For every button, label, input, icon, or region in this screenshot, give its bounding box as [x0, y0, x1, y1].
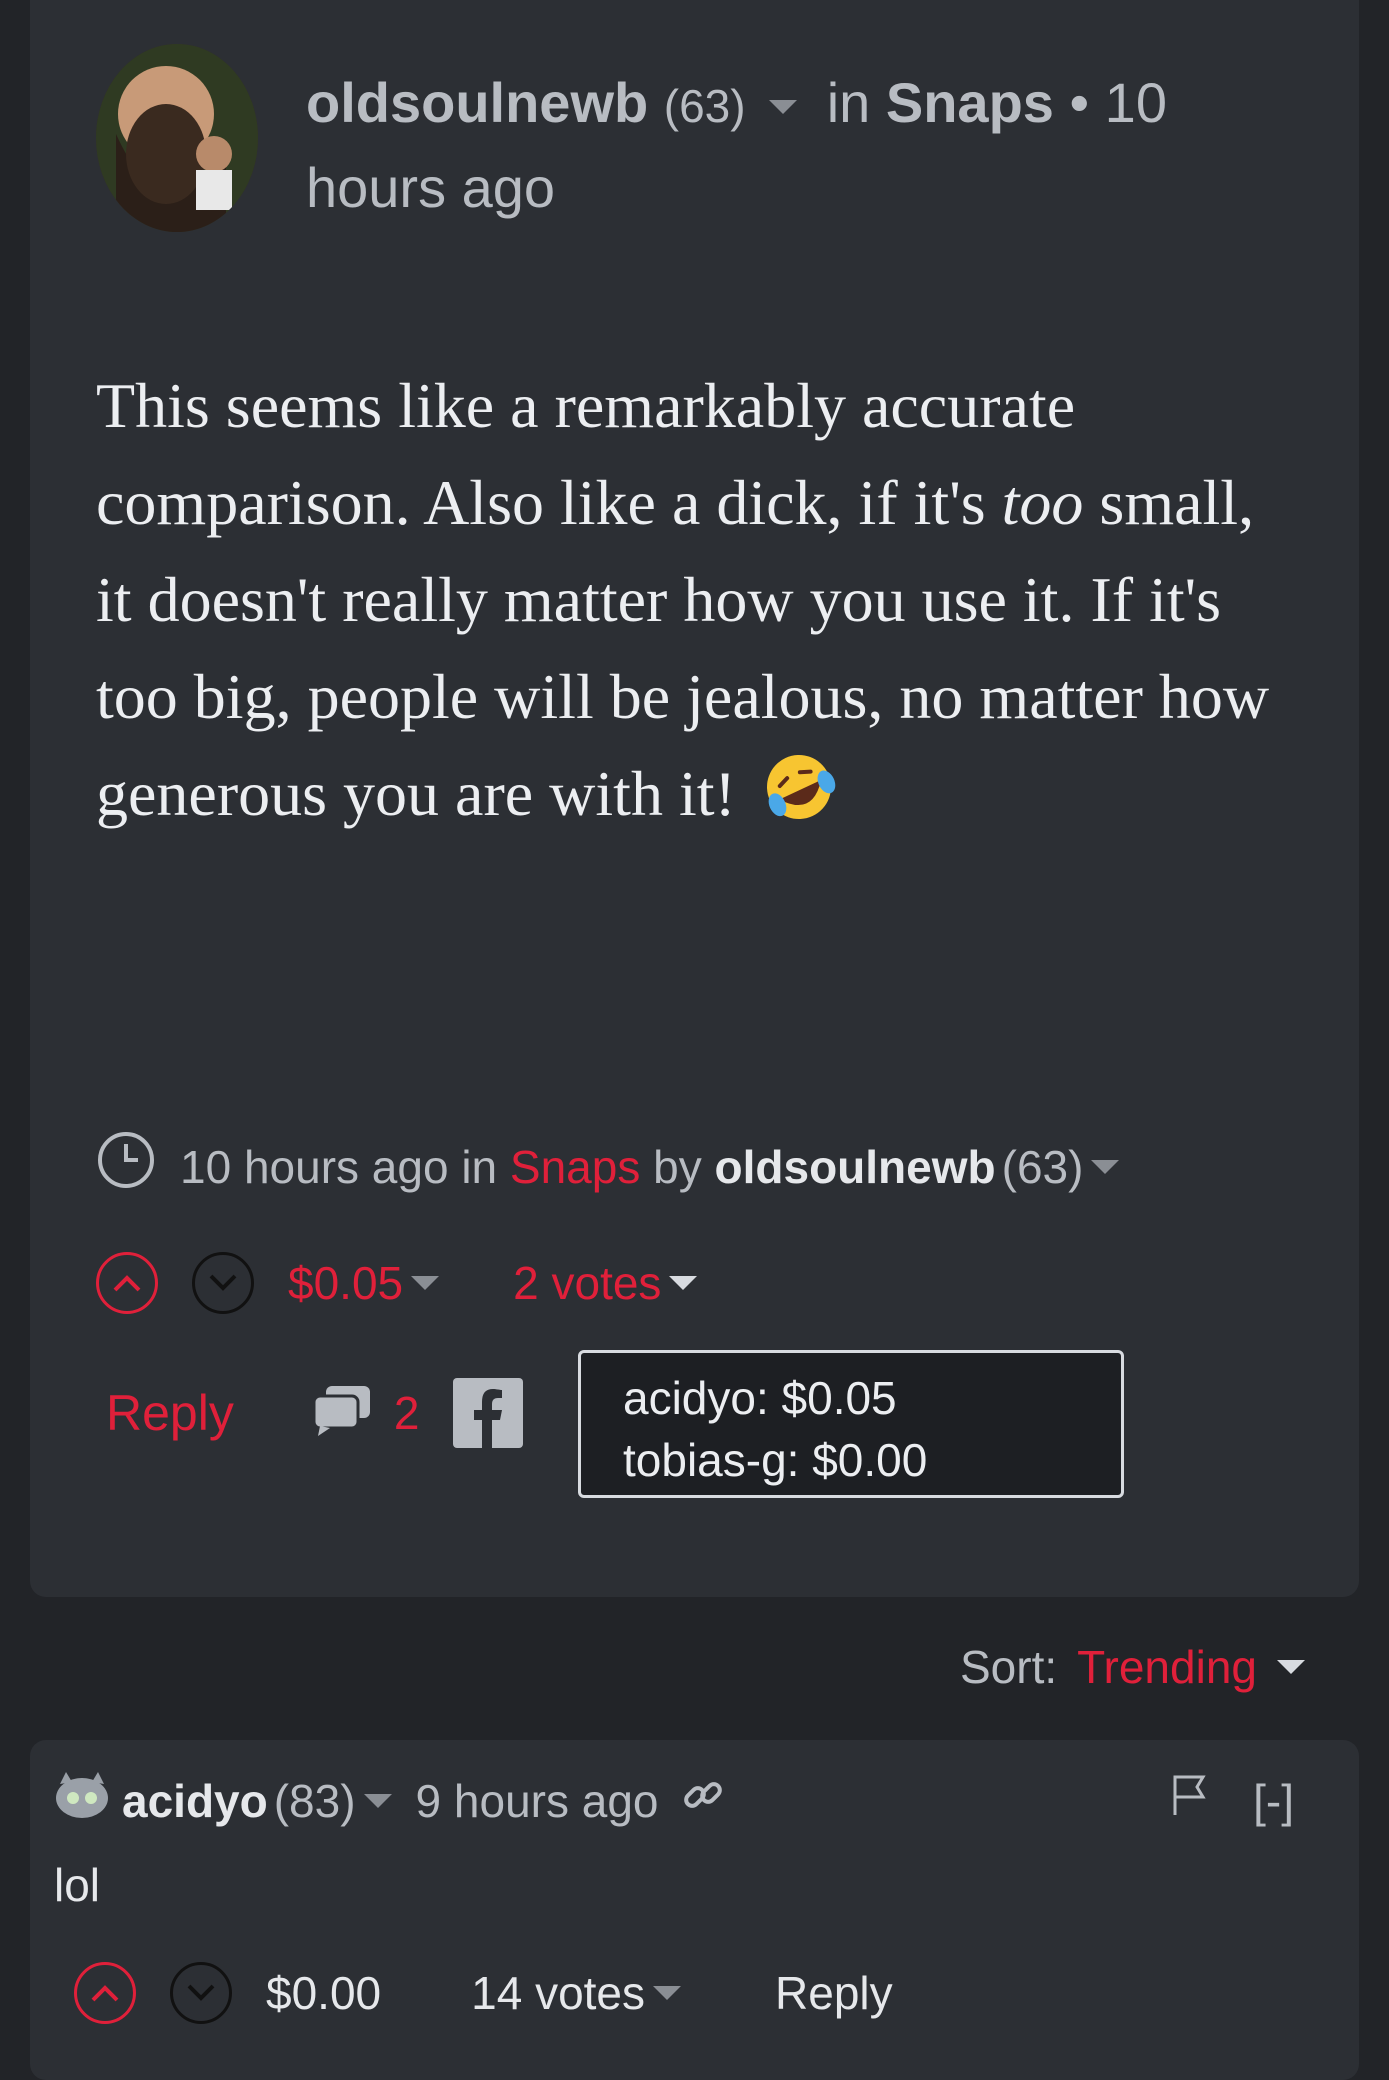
sort-label: Sort: — [959, 1641, 1058, 1693]
commenter-chevron-icon[interactable] — [363, 1793, 392, 1808]
upvote-icon — [113, 1275, 141, 1292]
comment-upvote-button[interactable] — [74, 1962, 136, 2024]
commenter-rep: (83) — [273, 1774, 356, 1827]
footer-time: 10 hours ago — [180, 1141, 449, 1193]
footer-category-link[interactable]: Snaps — [510, 1137, 640, 1197]
comment-card: acidyo (83) 9 hours ago [-] lol $0.00 14… — [30, 1740, 1359, 2080]
comment-votes-chevron-icon[interactable] — [653, 1986, 682, 2000]
permalink-icon[interactable] — [681, 1773, 725, 1828]
post-body: This seems like a remarkably accurate co… — [96, 357, 1296, 851]
comment-votes[interactable]: 14 votes — [471, 1966, 645, 2020]
rofl-emoji-icon — [762, 750, 836, 851]
facebook-share-button[interactable] — [453, 1378, 524, 1448]
comment-header: acidyo (83) 9 hours ago [-] — [54, 1770, 1334, 1831]
downvote-icon — [209, 1274, 237, 1291]
footer-in-label: in — [461, 1141, 498, 1193]
sort-value[interactable]: Trending — [1077, 1640, 1257, 1694]
author-name[interactable]: oldsoulnewb — [306, 71, 648, 134]
comment-reply-button[interactable]: Reply — [775, 1966, 893, 2020]
downvote-icon — [187, 1984, 215, 2001]
footer-author-rep: (63) — [1001, 1141, 1084, 1193]
downvote-button[interactable] — [192, 1252, 254, 1314]
actions-row: Reply 2 — [106, 1378, 524, 1448]
footer-by-label: by — [653, 1141, 702, 1193]
vote-row: $0.05 2 votes — [96, 1252, 711, 1314]
votes-count[interactable]: 2 votes — [513, 1256, 661, 1310]
upvote-button[interactable] — [96, 1252, 158, 1314]
reply-button[interactable]: Reply — [106, 1384, 234, 1442]
commenter-avatar[interactable] — [54, 1770, 110, 1831]
collapse-toggle[interactable]: [-] — [1253, 1774, 1294, 1828]
voter-line-2: tobias-g: $0.00 — [623, 1434, 928, 1486]
votes-chevron-icon[interactable] — [669, 1276, 698, 1290]
upvote-icon — [91, 1985, 119, 2002]
payout-amount[interactable]: $0.05 — [288, 1256, 403, 1310]
separator-bullet: • — [1069, 71, 1090, 134]
post-meta: oldsoulnewb (63) in Snaps • 10 hours ago — [306, 62, 1266, 229]
footer-author-link[interactable]: oldsoulnewb — [715, 1137, 996, 1197]
author-avatar[interactable] — [96, 44, 258, 232]
category-link[interactable]: Snaps — [886, 71, 1054, 134]
post-body-text-1: This seems like a remarkably accurate co… — [96, 370, 1076, 538]
flag-icon[interactable] — [1169, 1773, 1209, 1828]
comment-time[interactable]: 9 hours ago — [416, 1774, 659, 1828]
post-info-line: 10 hours ago in Snaps by oldsoulnewb (63… — [96, 1130, 1133, 1204]
comment-count[interactable]: 2 — [394, 1386, 420, 1440]
footer-author-chevron-icon[interactable] — [1091, 1160, 1120, 1174]
comment-payout[interactable]: $0.00 — [266, 1966, 381, 2020]
commenter-name[interactable]: acidyo — [122, 1774, 268, 1828]
author-reputation: (63) — [663, 80, 746, 132]
sort-control[interactable]: Sort: Trending — [960, 1640, 1319, 1694]
payout-chevron-icon[interactable] — [411, 1276, 440, 1290]
clock-icon — [96, 1130, 156, 1204]
facebook-icon — [474, 1389, 503, 1448]
sort-chevron-icon[interactable] — [1277, 1660, 1305, 1674]
voter-line-1: acidyo: $0.05 — [623, 1372, 897, 1424]
voters-tooltip: acidyo: $0.05 tobias-g: $0.00 — [578, 1350, 1124, 1498]
post-card: oldsoulnewb (63) in Snaps • 10 hours ago… — [30, 0, 1359, 1597]
comments-icon[interactable] — [312, 1384, 372, 1443]
comment-vote-row: $0.00 14 votes Reply — [74, 1962, 893, 2024]
in-label: in — [826, 71, 871, 134]
comment-body: lol — [54, 1859, 101, 1911]
comment-downvote-button[interactable] — [170, 1962, 232, 2024]
author-menu-chevron-icon[interactable] — [769, 100, 798, 115]
post-body-emphasis: too — [1001, 467, 1084, 538]
